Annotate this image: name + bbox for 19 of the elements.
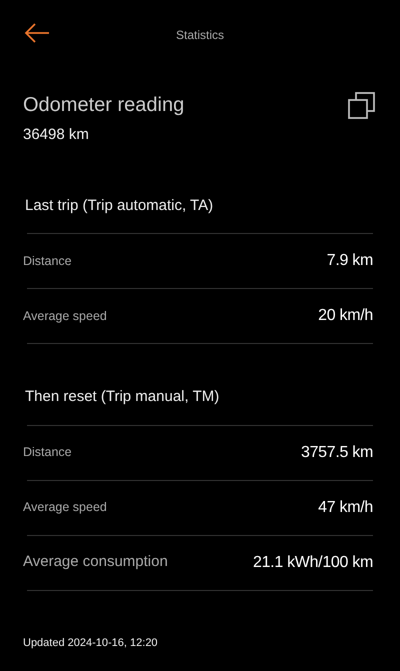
updated-text: Updated 2024-10-16, 12:20 [22,636,159,650]
stat-label: Distance [23,252,72,270]
stat-value: 47 km/h [318,498,373,518]
stat-value: 7.9 km [326,251,373,271]
stat-value: 3757.5 km [300,442,373,462]
stat-value: 21.1 kWh/100 km [252,552,373,572]
stat-label: Average consumption [23,552,168,572]
screen-title: Statistics [176,27,224,44]
stat-value: 20 km/h [318,306,373,326]
stat-label: Average speed [23,308,107,325]
section-title: Then reset (Trip manual, TM) [27,344,373,426]
stat-label: Distance [23,444,72,462]
section-title: Last trip (Trip automatic, TA) [27,146,373,234]
back-arrow-icon [24,22,50,44]
odometer-value: 36498 km [23,125,90,145]
copy-button[interactable] [348,92,376,120]
copy-icon [348,92,376,120]
odometer-title: Odometer reading [23,93,184,118]
stat-label: Average speed [23,499,107,516]
